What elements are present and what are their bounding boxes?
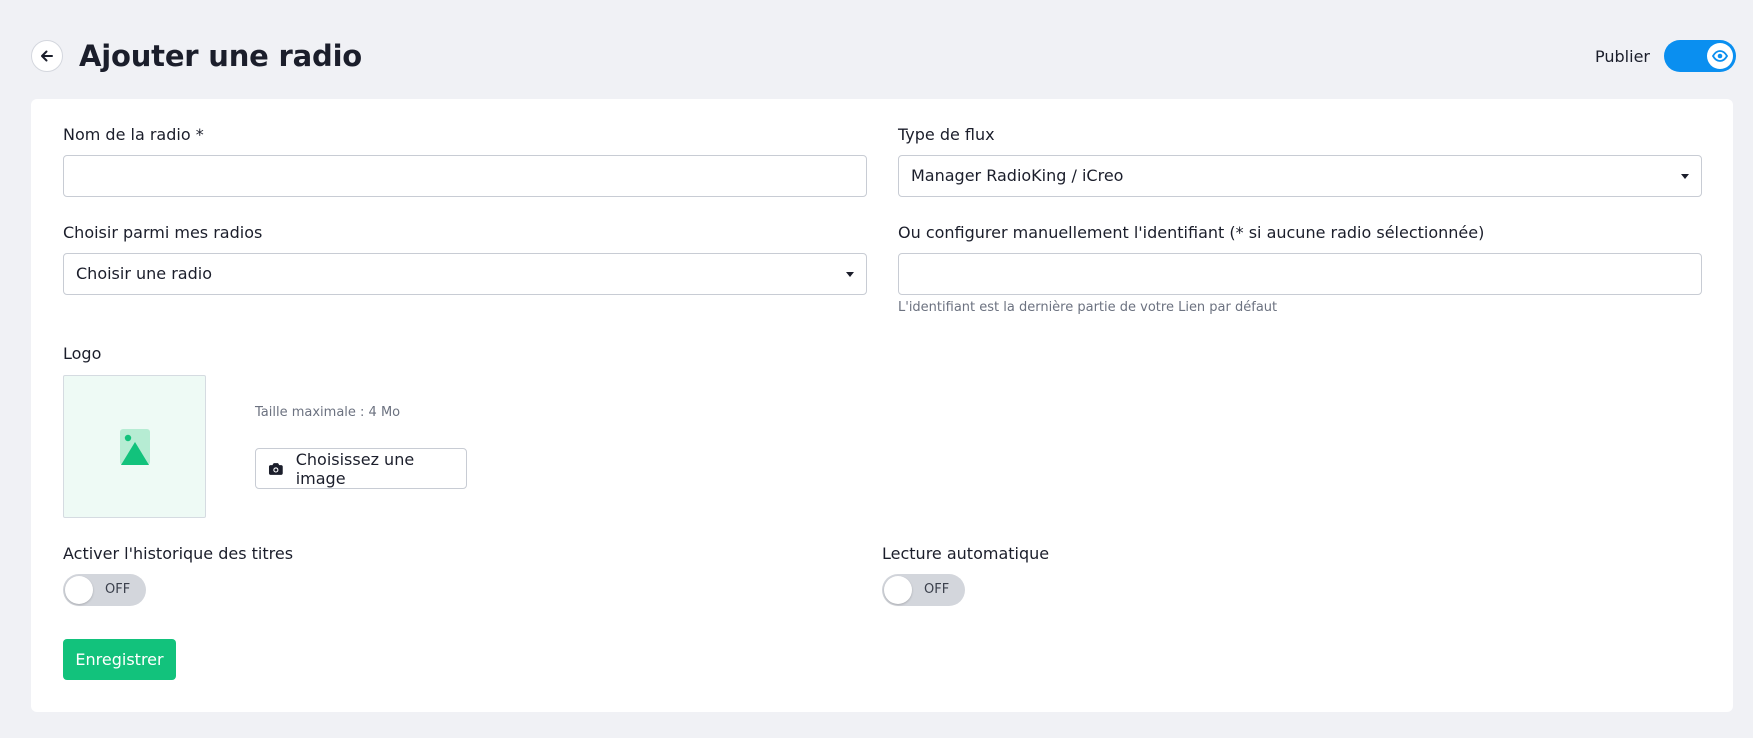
stream-type-value: Manager RadioKing / iCreo: [911, 166, 1124, 185]
logo-max-size: Taille maximale : 4 Mo: [255, 405, 401, 420]
stream-type-select[interactable]: Manager RadioKing / iCreo: [898, 155, 1702, 197]
publish-control: Publier: [1595, 40, 1736, 72]
form-card: Nom de la radio * Type de flux Manager R…: [31, 99, 1733, 712]
autoplay-toggle[interactable]: OFF: [882, 574, 965, 606]
back-button[interactable]: [31, 40, 63, 72]
logo-preview[interactable]: [63, 375, 206, 518]
identifier-label: Ou configurer manuellement l'identifiant…: [898, 223, 1485, 242]
identifier-input[interactable]: [898, 253, 1702, 295]
eye-icon: [1712, 50, 1728, 62]
camera-icon: [268, 462, 283, 475]
radio-name-label: Nom de la radio *: [63, 125, 204, 144]
autoplay-toggle-state: OFF: [924, 582, 950, 597]
publish-toggle[interactable]: [1664, 40, 1736, 72]
history-toggle-knob: [65, 576, 93, 604]
image-placeholder-icon: [119, 428, 150, 465]
page-title: Ajouter une radio: [79, 39, 363, 73]
caret-down-icon: [846, 272, 854, 277]
arrow-left-icon: [41, 50, 53, 62]
my-radios-select[interactable]: Choisir une radio: [63, 253, 867, 295]
history-toggle[interactable]: OFF: [63, 574, 146, 606]
logo-label: Logo: [63, 344, 102, 363]
history-label: Activer l'historique des titres: [63, 544, 294, 563]
my-radios-label: Choisir parmi mes radios: [63, 223, 263, 242]
choose-image-label: Choisissez une image: [295, 449, 415, 488]
history-toggle-state: OFF: [105, 582, 131, 597]
choose-image-button[interactable]: Choisissez une image: [255, 448, 467, 489]
page-header: Ajouter une radio Publier: [31, 36, 1753, 74]
autoplay-toggle-knob: [884, 576, 912, 604]
caret-down-icon: [1681, 174, 1689, 179]
stream-type-label: Type de flux: [898, 125, 995, 144]
publish-label: Publier: [1595, 46, 1650, 66]
identifier-help: L'identifiant est la dernière partie de …: [898, 300, 1278, 315]
autoplay-label: Lecture automatique: [882, 544, 1050, 563]
my-radios-value: Choisir une radio: [76, 264, 212, 283]
publish-toggle-knob: [1707, 43, 1733, 69]
save-button[interactable]: Enregistrer: [63, 639, 176, 680]
radio-name-input[interactable]: [63, 155, 867, 197]
